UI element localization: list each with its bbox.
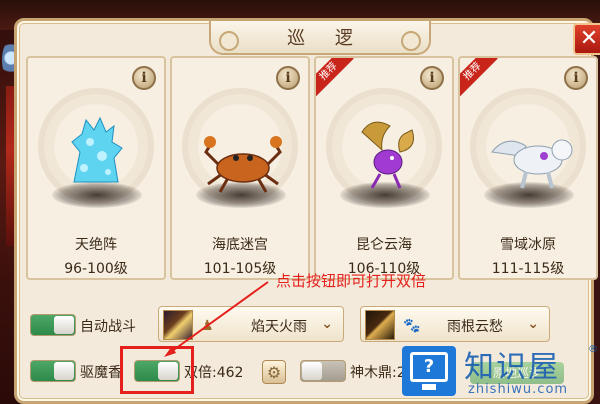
close-button[interactable]: ✕ [573, 23, 600, 55]
watermark-registered: ® [588, 344, 598, 355]
card-level: 96-100级 [64, 261, 128, 277]
ice-crystal-creature-icon [71, 116, 123, 183]
toggle-knob [302, 362, 322, 380]
recommended-badge: 推荐 [460, 58, 498, 97]
question-icon: ? [410, 352, 448, 382]
repel-incense-toggle[interactable] [30, 360, 76, 382]
rain-cloud-skill-icon [365, 310, 395, 340]
gear-icon: ⚙ [266, 362, 282, 382]
chevron-down-icon: ⌄ [321, 316, 333, 332]
tutorial-hint: 点击按钮即可打开双倍 [276, 272, 427, 290]
area-card-tianjuezhen[interactable]: i 天绝阵 96-100级 [26, 56, 166, 280]
monitor-stand [422, 384, 436, 390]
crab-creature-icon [204, 136, 282, 193]
toggle-knob [54, 316, 74, 334]
double-exp-settings-button[interactable]: ⚙ [262, 360, 286, 384]
skill-select-1[interactable]: ♟ 焰天火雨 ⌄ [158, 306, 344, 342]
info-button[interactable]: i [276, 66, 300, 90]
area-card-xueyubingyuan[interactable]: 推荐 i 雪域冰原 111-115级 [458, 56, 598, 280]
repel-incense-label: 驱魔香 [80, 365, 122, 381]
watermark-title: 知识屋 [464, 350, 560, 385]
title-bar: 巡 逻 [209, 21, 431, 55]
skill-select-2-value: 雨根云愁 [447, 319, 503, 335]
chevron-down-icon: ⌄ [527, 316, 539, 332]
card-name: 昆仑云海 [356, 237, 412, 253]
divine-wood-label: 神木鼎:2 [350, 365, 406, 381]
skill-select-2[interactable]: 🐾 雨根云愁 ⌄ [360, 306, 550, 342]
auto-battle-label: 自动战斗 [80, 319, 136, 335]
info-button[interactable]: i [420, 66, 444, 90]
purple-bird-creature-icon [361, 121, 414, 189]
window-title: 巡 逻 [287, 28, 365, 49]
card-level: 111-115级 [491, 261, 565, 277]
fire-rain-skill-icon [163, 310, 193, 340]
card-name: 天绝阵 [75, 237, 117, 253]
double-exp-highlight-box [120, 346, 194, 394]
watermark-logo: ? [402, 346, 456, 396]
toggle-knob [54, 362, 74, 380]
area-card-kunlunyunhai[interactable]: 推荐 i 昆仑云海 106-110级 [314, 56, 454, 280]
auto-battle-toggle[interactable] [30, 314, 76, 336]
close-icon: ✕ [579, 26, 599, 51]
divine-wood-toggle[interactable] [300, 360, 346, 382]
paw-icon: 🐾 [403, 318, 421, 334]
person-icon: ♟ [201, 318, 214, 334]
info-button[interactable]: i [564, 66, 588, 90]
area-card-haidimigong[interactable]: i 海底迷宫 101-105级 [170, 56, 310, 280]
info-button[interactable]: i [132, 66, 156, 90]
card-name: 雪域冰原 [500, 237, 556, 253]
watermark-subtitle: zhishiwu.com [468, 382, 569, 397]
card-name: 海底迷宫 [212, 237, 268, 253]
skill-select-1-value: 焰天火雨 [251, 319, 307, 335]
white-wolf-creature-icon [491, 139, 573, 189]
recommended-badge: 推荐 [316, 58, 354, 97]
